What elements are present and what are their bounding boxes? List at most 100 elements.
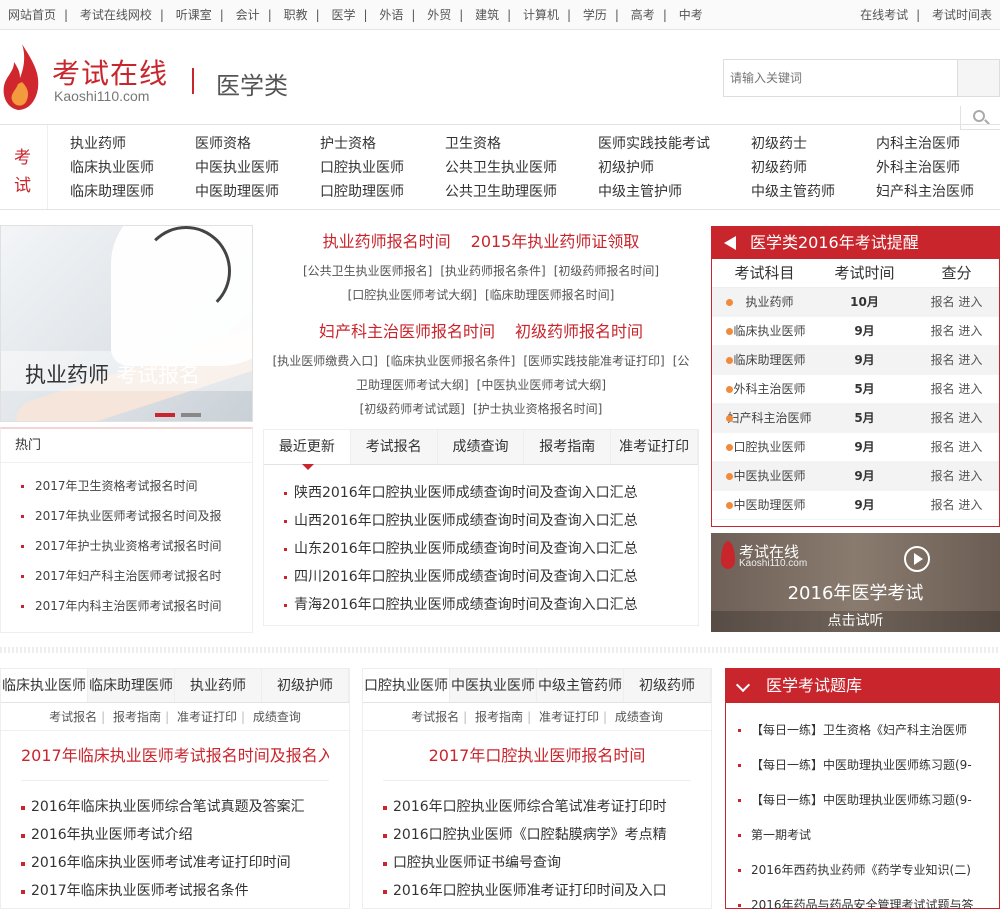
row-actions[interactable]: 报名 进入: [912, 317, 999, 346]
exam-link[interactable]: 初级护师: [598, 159, 751, 177]
tab-tcm-practitioner[interactable]: 中医执业医师: [450, 669, 537, 702]
exam-link[interactable]: 初级药师: [751, 159, 876, 177]
sub-link[interactable]: [执业药师报名条件]: [440, 264, 545, 278]
exam-link[interactable]: 卫生资格: [445, 135, 598, 153]
top-nav-link-trade[interactable]: 外贸: [427, 8, 451, 22]
list-item[interactable]: 2017年执业医师考试报名时间及报: [1, 501, 252, 531]
list-item[interactable]: 【每日一练】卫生资格《妇产科主治医师: [726, 713, 999, 748]
exam-link[interactable]: 外科主治医师: [876, 159, 1000, 177]
list-item[interactable]: 2017年护士执业资格考试报名时间: [1, 531, 252, 561]
tab-registration[interactable]: 考试报名: [350, 430, 438, 464]
sub-link[interactable]: [口腔执业医师考试大纲]: [348, 288, 477, 302]
list-item[interactable]: 2016口腔执业医师《口腔黏膜病学》考点精: [363, 821, 711, 849]
clinical-headline[interactable]: 2017年临床执业医师考试报名时间及报名入: [21, 731, 329, 781]
top-nav-link-accounting[interactable]: 会计: [236, 8, 260, 22]
top-nav-link-home[interactable]: 网站首页: [8, 8, 56, 22]
row-subject[interactable]: 口腔执业医师: [712, 433, 817, 462]
exam-link[interactable]: 初级药士: [751, 135, 876, 153]
sub-link[interactable]: [初级药师考试试题]: [360, 402, 465, 416]
list-item[interactable]: 青海2016年口腔执业医师成绩查询时间及查询入口汇总: [264, 591, 698, 619]
flame-logo-icon[interactable]: [2, 42, 42, 112]
list-item[interactable]: 【每日一练】中医助理执业医师练习题(9-: [726, 748, 999, 783]
row-subject[interactable]: 外科主治医师: [712, 375, 817, 404]
top-nav-link-school[interactable]: 考试在线网校: [80, 8, 152, 22]
sub-link[interactable]: 准考证打印: [177, 710, 237, 724]
list-item[interactable]: 四川2016年口腔执业医师成绩查询时间及查询入口汇总: [264, 563, 698, 591]
sub-link[interactable]: [临床执业医师报名条件]: [386, 354, 515, 368]
tab-pharmacist[interactable]: 执业药师: [175, 669, 262, 702]
exam-link[interactable]: 中医助理医师: [195, 183, 320, 201]
row-subject[interactable]: 临床执业医师: [712, 317, 817, 346]
exam-schedule-link[interactable]: 考试时间表: [932, 8, 992, 22]
exam-link[interactable]: 中级主管护师: [598, 183, 751, 201]
search-input[interactable]: [723, 59, 957, 97]
row-subject[interactable]: 执业药师: [712, 288, 817, 317]
top-nav-link-computer[interactable]: 计算机: [523, 8, 559, 22]
row-subject[interactable]: 妇产科主治医师: [712, 404, 817, 433]
row-subject[interactable]: 临床助理医师: [712, 346, 817, 375]
sub-link[interactable]: [公共卫生执业医师报名]: [303, 264, 432, 278]
list-item[interactable]: 【每日一练】中医助理执业医师练习题(9-: [726, 783, 999, 818]
list-item[interactable]: 2017年妇产科主治医师考试报名时: [1, 561, 252, 591]
play-icon[interactable]: [904, 546, 930, 572]
list-item[interactable]: 2017年临床执业医师考试报名条件: [1, 877, 349, 905]
top-nav-link-language[interactable]: 外语: [379, 8, 403, 22]
headline-link[interactable]: 初级药师报名时间: [515, 322, 643, 341]
exam-link[interactable]: 医师实践技能考试: [598, 135, 751, 153]
exam-link[interactable]: 公共卫生执业医师: [445, 159, 598, 177]
sub-link[interactable]: 成绩查询: [615, 710, 663, 724]
sub-link[interactable]: 报考指南: [113, 710, 161, 724]
list-item[interactable]: 2016年西药执业药师《药学专业知识(二): [726, 853, 999, 888]
tab-admission-ticket[interactable]: 准考证打印: [611, 430, 698, 464]
list-item[interactable]: 2017年内科主治医师考试报名时间: [1, 591, 252, 621]
sub-link[interactable]: 成绩查询: [253, 710, 301, 724]
listen-button[interactable]: 点击试听: [711, 611, 1000, 632]
site-logo-title[interactable]: 考试在线: [52, 52, 168, 92]
tab-clinical-assistant[interactable]: 临床助理医师: [88, 669, 175, 702]
list-item[interactable]: 山东2016年口腔执业医师成绩查询时间及查询入口汇总: [264, 535, 698, 563]
exam-link[interactable]: 妇产科主治医师: [876, 183, 1000, 201]
row-subject[interactable]: 中医助理医师: [712, 491, 817, 520]
row-actions[interactable]: 报名 进入: [912, 375, 999, 404]
exam-link[interactable]: 内科主治医师: [876, 135, 1000, 153]
headline-link[interactable]: 2015年执业药师证领取: [471, 232, 640, 251]
list-item[interactable]: 2016年临床执业医师考试准考证打印时间: [1, 849, 349, 877]
exam-link[interactable]: 执业药师: [70, 135, 195, 153]
list-item[interactable]: 2016年口腔执业医师综合笔试准考证打印时: [363, 793, 711, 821]
exam-link[interactable]: 临床助理医师: [70, 183, 195, 201]
top-nav-link-building[interactable]: 建筑: [475, 8, 499, 22]
sub-link[interactable]: [中医执业医师考试大纲]: [477, 378, 606, 392]
sub-link[interactable]: [医师实践技能准考证打印]: [523, 354, 664, 368]
top-nav-link-gaokao[interactable]: 高考: [631, 8, 655, 22]
tab-scores[interactable]: 成绩查询: [437, 430, 525, 464]
tab-clinical-practitioner[interactable]: 临床执业医师: [1, 669, 88, 702]
exam-link[interactable]: 口腔执业医师: [320, 159, 445, 177]
list-item[interactable]: 2016年执业医师考试介绍: [1, 821, 349, 849]
online-exam-link[interactable]: 在线考试: [860, 8, 908, 22]
oral-headline[interactable]: 2017年口腔执业医师报名时间: [383, 731, 691, 781]
tab-senior-pharmacist[interactable]: 中级主管药师: [537, 669, 624, 702]
sub-link[interactable]: 考试报名: [49, 710, 97, 724]
banner-dot-active[interactable]: [155, 413, 175, 417]
list-item[interactable]: 第一期考试: [726, 818, 999, 853]
sub-link[interactable]: 报考指南: [475, 710, 523, 724]
top-nav-link-classroom[interactable]: 听课室: [176, 8, 212, 22]
sub-link[interactable]: [护士执业资格报名时间]: [473, 402, 602, 416]
sub-link[interactable]: 准考证打印: [539, 710, 599, 724]
exam-link[interactable]: 中级主管药师: [751, 183, 876, 201]
banner-slide[interactable]: 执业药师 考试报名: [0, 225, 253, 422]
tab-latest[interactable]: 最近更新: [264, 430, 351, 470]
exam-link[interactable]: 临床执业医师: [70, 159, 195, 177]
banner-dot[interactable]: [181, 413, 201, 417]
list-item[interactable]: 2016年临床执业医师综合笔试真题及答案汇: [1, 793, 349, 821]
list-item[interactable]: 2017年卫生资格考试报名时间: [1, 471, 252, 501]
sub-link[interactable]: 考试报名: [411, 710, 459, 724]
exam-link[interactable]: 公共卫生助理医师: [445, 183, 598, 201]
row-actions[interactable]: 报名 进入: [912, 491, 999, 520]
top-nav-link-degree[interactable]: 学历: [583, 8, 607, 22]
exam-link[interactable]: 口腔助理医师: [320, 183, 445, 201]
list-item[interactable]: 山西2016年口腔执业医师成绩查询时间及查询入口汇总: [264, 507, 698, 535]
row-actions[interactable]: 报名 进入: [912, 433, 999, 462]
tab-junior-pharmacist[interactable]: 初级药师: [624, 669, 711, 702]
tab-oral-practitioner[interactable]: 口腔执业医师: [363, 669, 450, 702]
